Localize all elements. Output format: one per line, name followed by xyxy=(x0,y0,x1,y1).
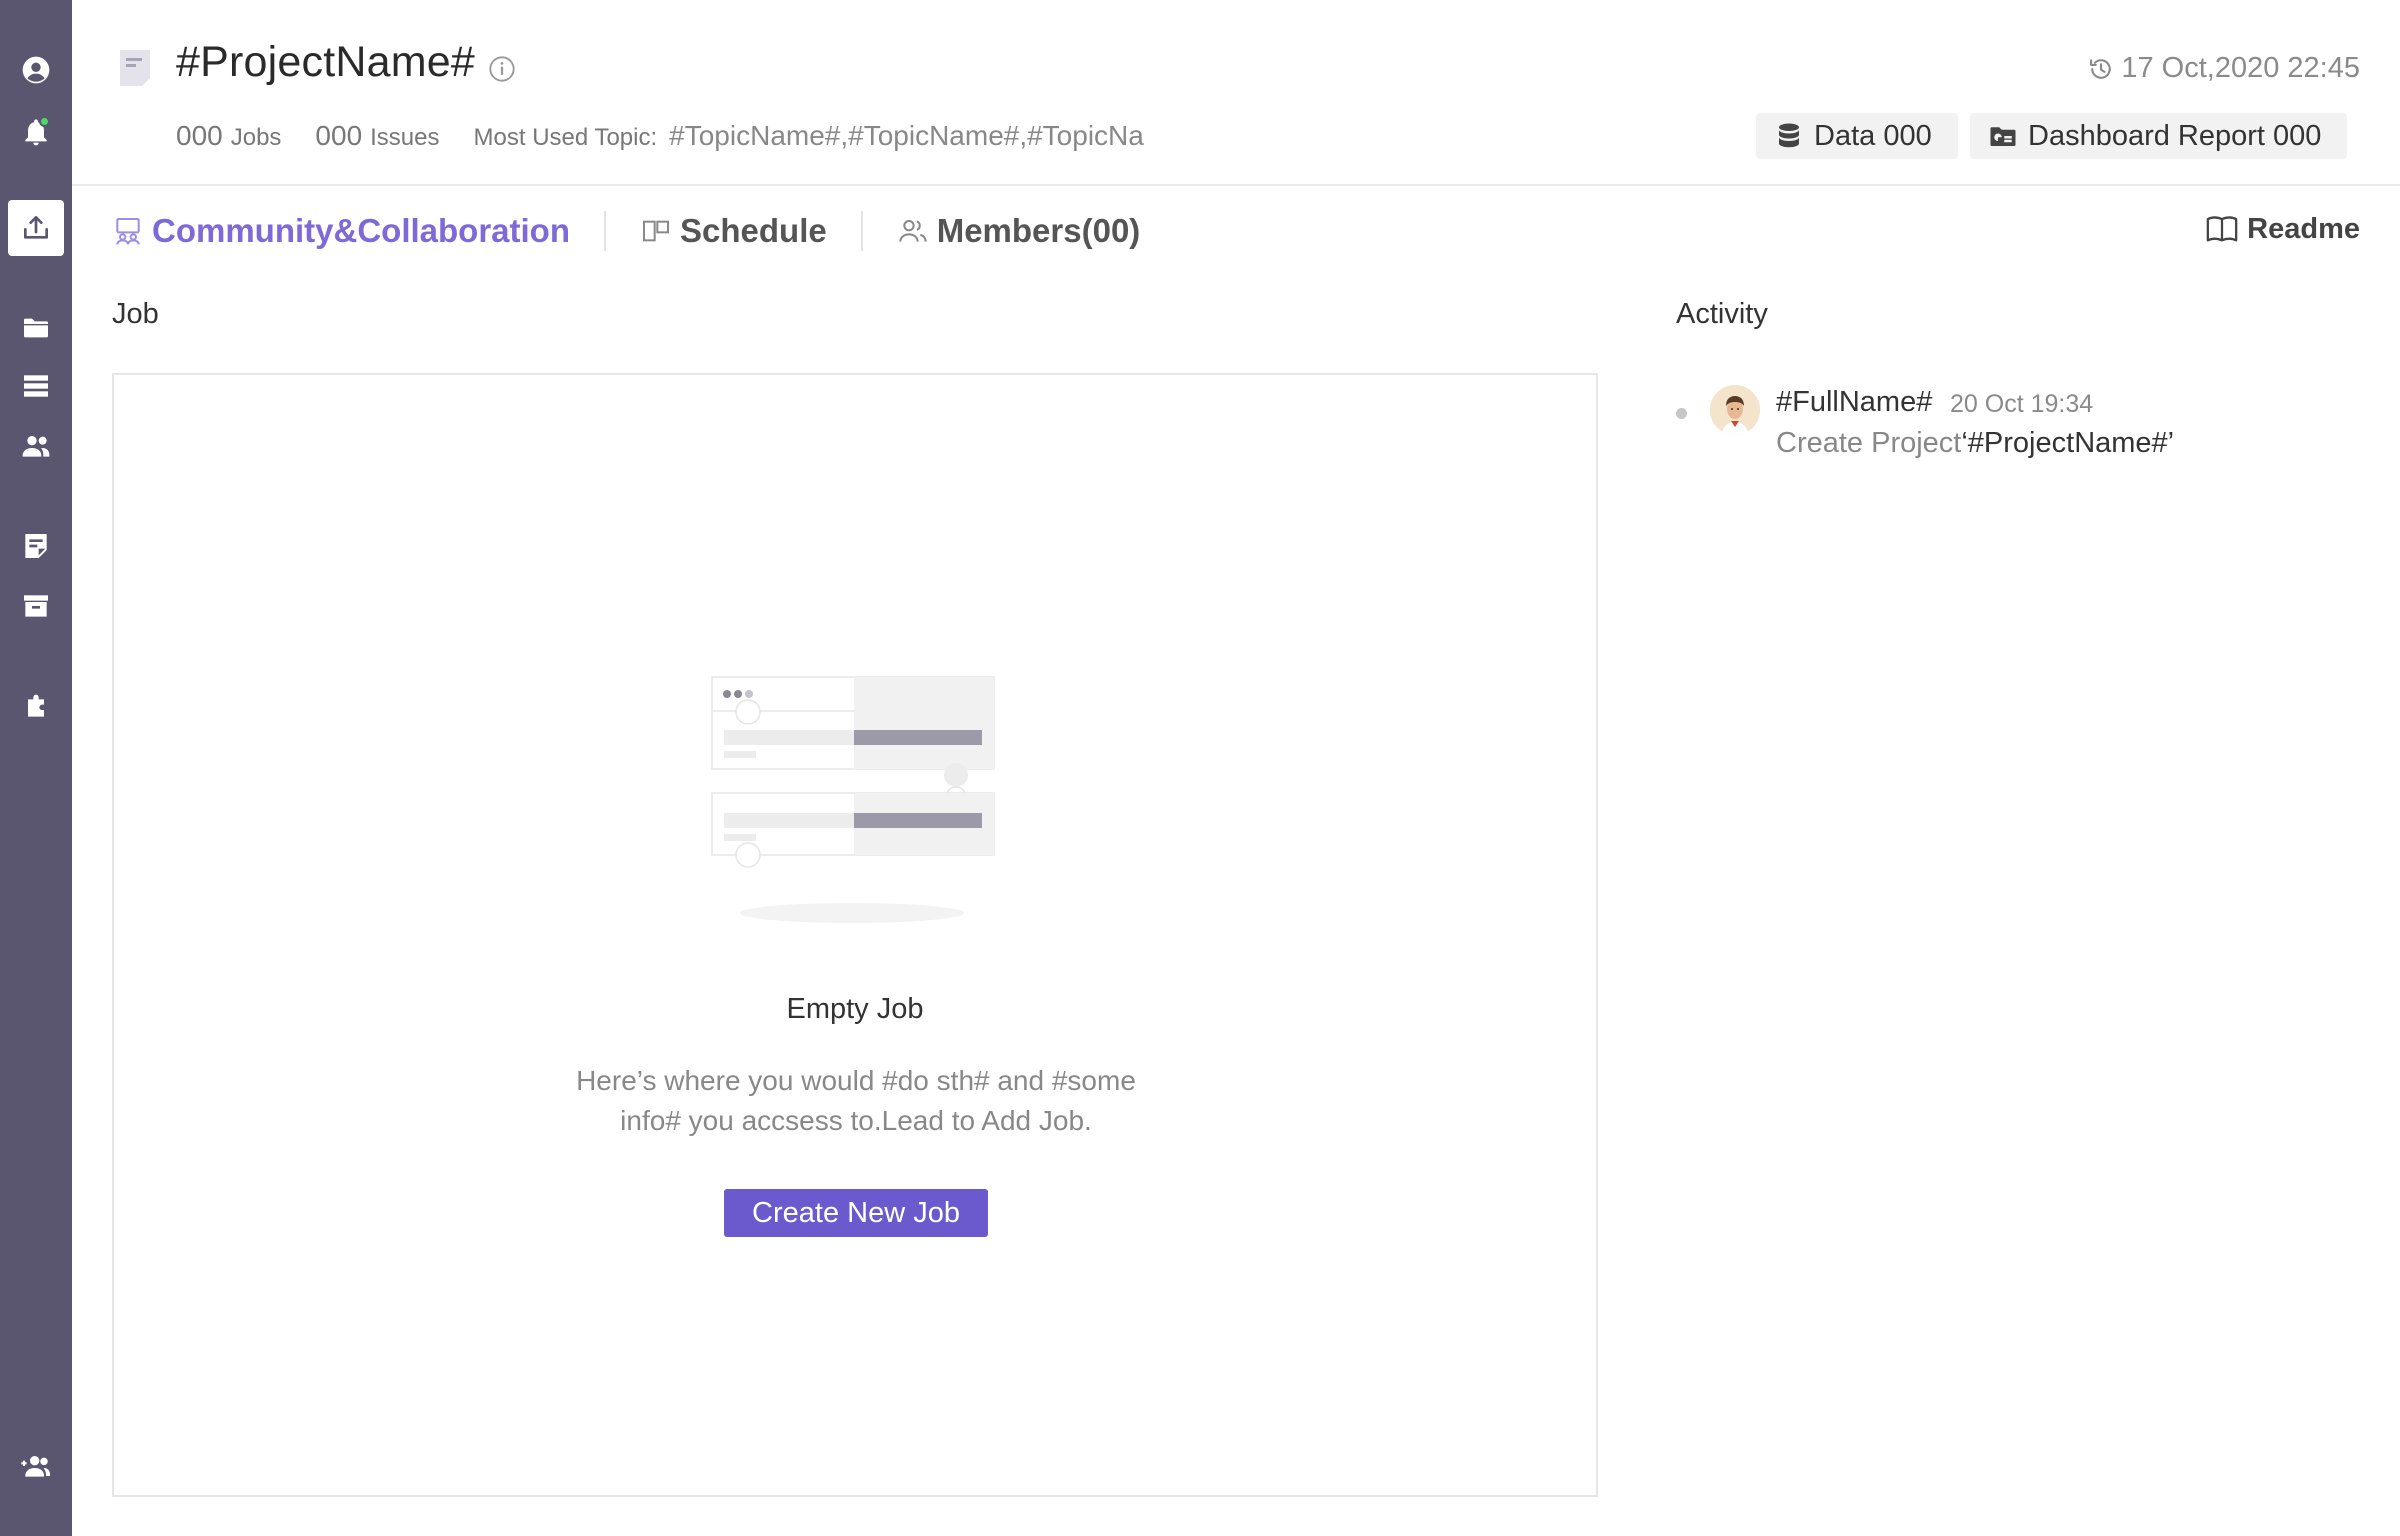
jobs-stat: 000 Jobs xyxy=(176,120,281,152)
empty-desc-line: Here’s where you would #do sth# and #som… xyxy=(576,1065,1136,1096)
profile-icon[interactable] xyxy=(0,46,72,94)
notification-dot xyxy=(39,116,50,127)
dashboard-report-chip[interactable]: Dashboard Report 000 xyxy=(1970,113,2348,159)
timeline-dot xyxy=(1676,408,1687,419)
timestamp-text: 17 Oct,2020 22:45 xyxy=(2121,52,2360,84)
add-user-icon[interactable] xyxy=(0,1442,72,1490)
tab-label: Members(00) xyxy=(936,212,1141,249)
data-chip[interactable]: Data 000 xyxy=(1756,113,1958,159)
document-icon xyxy=(120,50,150,86)
sidebar xyxy=(0,0,72,1536)
create-new-job-button[interactable]: Create New Job xyxy=(724,1189,988,1237)
tab-label: Community&Collaboration xyxy=(152,212,570,249)
community-icon xyxy=(116,218,140,245)
jobs-label: Jobs xyxy=(230,124,282,151)
bell-icon[interactable] xyxy=(0,108,72,156)
book-icon xyxy=(2206,216,2238,242)
tab-schedule[interactable]: Schedule xyxy=(640,212,827,250)
activity-section-title: Activity xyxy=(1676,298,1768,330)
tab-bar: Community&Collaboration Schedule Members… xyxy=(112,206,1140,256)
archive-icon[interactable] xyxy=(0,582,72,630)
activity-action: Create Project xyxy=(1776,427,1962,459)
readme-label: Readme xyxy=(2247,212,2360,245)
users-icon[interactable] xyxy=(0,422,72,470)
activity-user-name[interactable]: #FullName# xyxy=(1776,386,1932,419)
history-icon xyxy=(2090,58,2112,79)
tab-label: Schedule xyxy=(680,212,827,249)
last-updated: 17 Oct,2020 22:45 xyxy=(2087,52,2360,85)
user-avatar-icon xyxy=(1710,385,1760,435)
topic-value: #TopicName#,#TopicName#,#TopicNa xyxy=(669,120,1144,151)
dashboard-icon xyxy=(1990,127,2016,146)
project-stats: 000 Jobs 000 Issues Most Used Topic: #To… xyxy=(176,120,1144,152)
empty-desc-line: info# you accsess to.Lead to Add Job. xyxy=(620,1105,1092,1136)
members-icon xyxy=(899,220,927,242)
list-icon[interactable] xyxy=(0,362,72,410)
tab-divider xyxy=(860,211,863,251)
empty-jobs-illustration xyxy=(711,676,995,923)
puzzle-icon[interactable] xyxy=(0,682,72,730)
note-icon[interactable] xyxy=(0,522,72,570)
upload-icon[interactable] xyxy=(8,200,64,256)
dashboard-chip-label: Dashboard Report 000 xyxy=(2028,119,2322,152)
topic-label: Most Used Topic: xyxy=(473,124,658,151)
issues-count: 000 xyxy=(315,120,363,151)
job-section-title: Job xyxy=(112,298,159,330)
avatar[interactable] xyxy=(1710,385,1760,435)
schedule-icon xyxy=(643,220,669,242)
jobs-count: 000 xyxy=(176,120,223,151)
activity-timestamp: 20 Oct 19:34 xyxy=(1950,390,2094,418)
folder-icon[interactable] xyxy=(0,304,72,352)
issues-stat: 000 Issues xyxy=(315,120,439,152)
empty-state-title: Empty Job xyxy=(786,993,924,1025)
empty-state-description: Here’s where you would #do sth# and #som… xyxy=(514,1061,1198,1141)
tab-community-collaboration[interactable]: Community&Collaboration xyxy=(112,212,570,250)
info-icon[interactable] xyxy=(488,55,516,83)
tab-members[interactable]: Members(00) xyxy=(897,212,1141,250)
activity-description: Create Project‘#ProjectName#’ xyxy=(1776,427,2174,460)
job-panel: Empty Job Here’s where you would #do sth… xyxy=(112,373,1598,1497)
database-icon xyxy=(1779,123,1799,148)
tab-divider xyxy=(604,211,606,251)
data-chip-label: Data 000 xyxy=(1814,119,1932,152)
activity-project-link[interactable]: ‘#ProjectName#’ xyxy=(1961,427,2174,459)
issues-label: Issues xyxy=(370,124,440,151)
page-title: #ProjectName# xyxy=(176,38,475,86)
project-header: #ProjectName# 17 Oct,2020 22:45 000 Jobs… xyxy=(72,0,2400,186)
readme-link[interactable]: Readme xyxy=(2205,212,2360,246)
